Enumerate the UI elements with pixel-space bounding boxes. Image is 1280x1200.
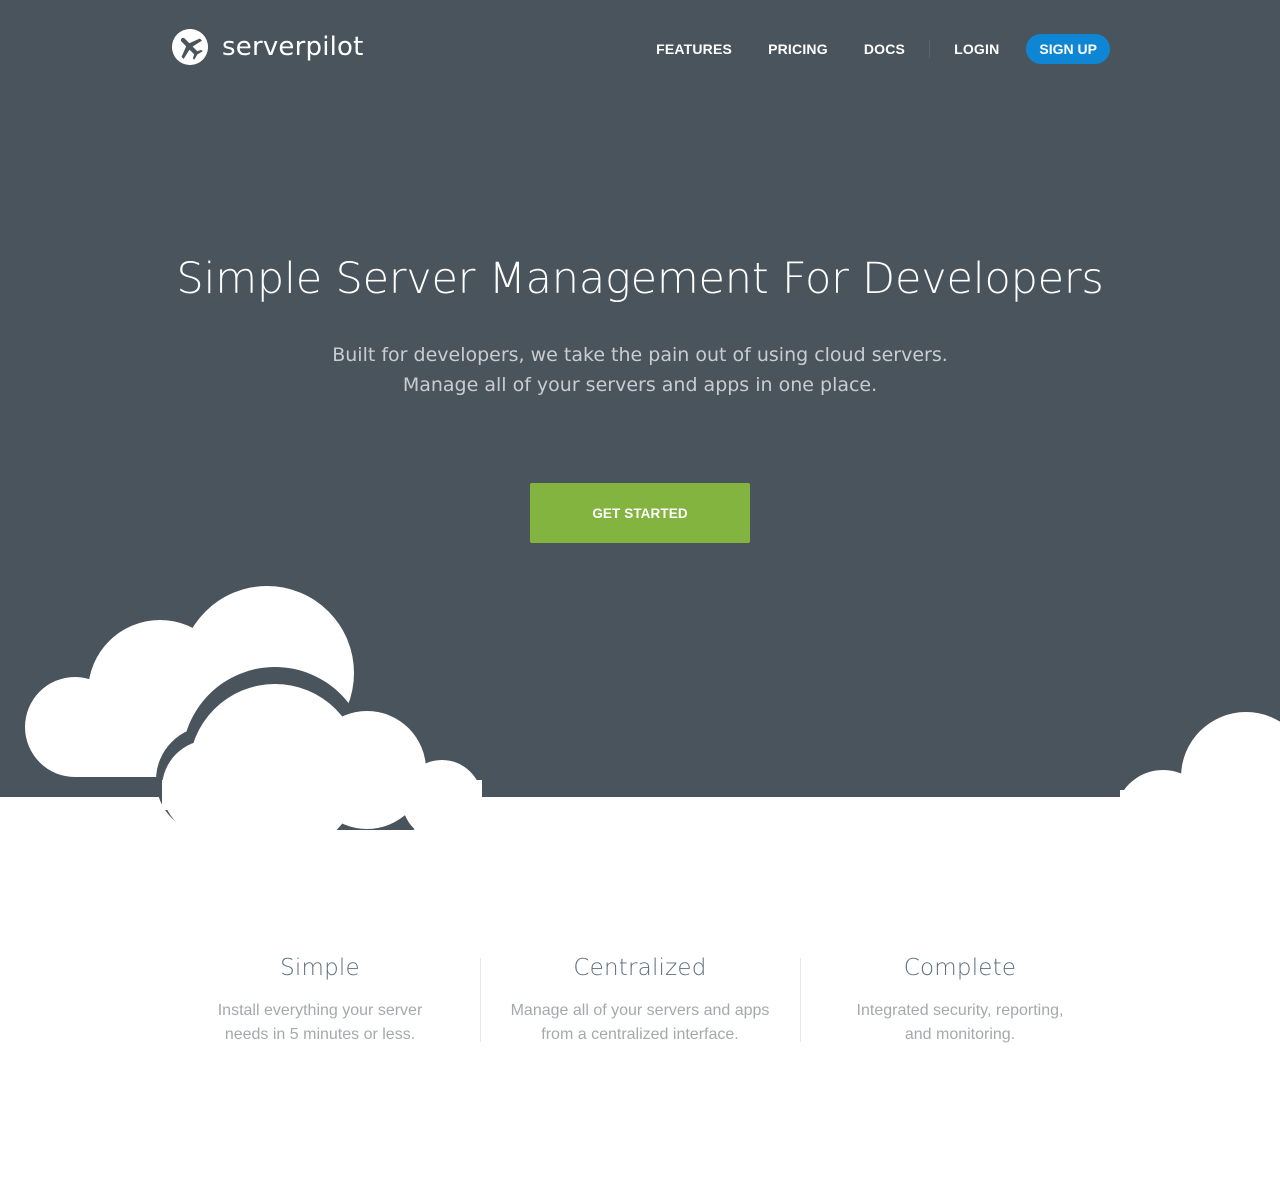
feature-description-line-1: Integrated security, reporting,: [856, 1002, 1064, 1019]
feature-description-line-2: and monitoring.: [904, 1026, 1016, 1043]
nav-login-link[interactable]: LOGIN: [954, 41, 999, 57]
feature-description: Install everything your server needs in …: [160, 999, 480, 1047]
nav-divider: [929, 40, 931, 58]
hero-subtitle-line-2: Manage all of your servers and apps in o…: [402, 374, 878, 396]
airplane-icon: [172, 29, 208, 65]
feature-centralized: Centralized Manage all of your servers a…: [480, 955, 800, 1055]
hero-subtitle: Built for developers, we take the pain o…: [0, 340, 1280, 400]
feature-description-line-2: needs in 5 minutes or less.: [224, 1026, 416, 1043]
hero-title: Simple Server Management For Developers: [176, 254, 1104, 304]
right-cloud: [1115, 712, 1280, 830]
feature-simple: Simple Install everything your server ne…: [160, 955, 480, 1055]
nav-links: FEATURES PRICING DOCS LOGIN SIGN UP: [620, 34, 1110, 64]
top-nav: serverpilot FEATURES PRICING DOCS LOGIN …: [0, 0, 1280, 98]
feature-complete: Complete Integrated security, reporting,…: [800, 955, 1120, 1055]
hero-subtitle-line-1: Built for developers, we take the pain o…: [332, 344, 948, 366]
feature-title: Complete: [903, 955, 1017, 981]
nav-docs-link[interactable]: DOCS: [864, 41, 905, 57]
feature-title: Simple: [280, 955, 360, 981]
feature-description-line-2: from a centralized interface.: [541, 1026, 739, 1043]
brand-logo[interactable]: serverpilot: [172, 29, 364, 65]
cloud-illustration: [25, 586, 1280, 830]
nav-pricing-link[interactable]: PRICING: [768, 41, 828, 57]
nav-features-link[interactable]: FEATURES: [656, 41, 732, 57]
feature-description: Integrated security, reporting, and moni…: [800, 999, 1120, 1047]
brand-name: serverpilot: [222, 32, 364, 62]
get-started-button[interactable]: GET STARTED: [530, 483, 750, 543]
feature-description-line-1: Install everything your server: [217, 1002, 423, 1019]
feature-description-line-1: Manage all of your servers and apps: [510, 1002, 770, 1019]
feature-description: Manage all of your servers and apps from…: [480, 999, 800, 1047]
feature-title: Centralized: [573, 955, 707, 981]
features-row: Simple Install everything your server ne…: [160, 955, 1120, 1055]
signup-button[interactable]: SIGN UP: [1026, 34, 1110, 64]
